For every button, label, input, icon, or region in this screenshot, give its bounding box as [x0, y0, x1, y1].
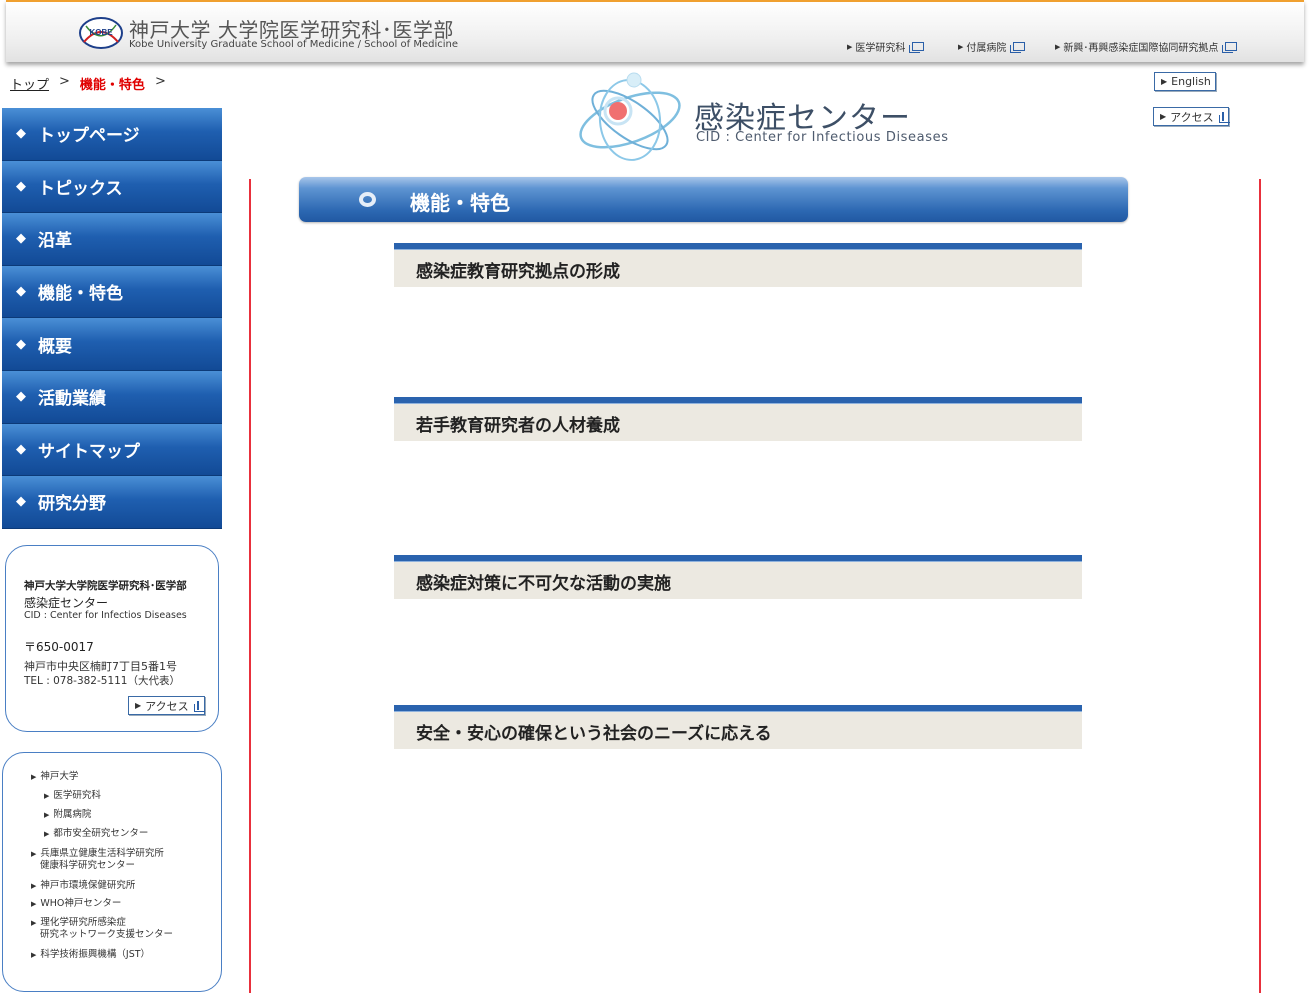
arrow-right-icon: ▶ [44, 830, 50, 838]
nav-item-topics[interactable]: ◆ トピックス [2, 160, 222, 214]
header-link-graduate-school[interactable]: ▶ 医学研究科 [847, 39, 925, 54]
content-border-left [249, 179, 251, 993]
breadcrumb: トップ > 機能・特色 > [10, 74, 166, 93]
arrow-right-icon: ▶ [1055, 42, 1061, 51]
university-title-en: Kobe University Graduate School of Medic… [129, 39, 458, 50]
arrow-right-icon: ▶ [31, 773, 37, 781]
arrow-right-icon: ▶ [31, 951, 37, 959]
diamond-bullet-icon: ◆ [16, 284, 26, 300]
address-center-name-en: CID : Center for Infectios Diseases [24, 610, 187, 621]
arrow-right-icon: ▶ [31, 900, 37, 908]
external-window-icon [1222, 42, 1238, 53]
header-link-research-center[interactable]: ▶ 新興･再興感染症国際協同研究拠点 [1055, 39, 1238, 54]
section-heading: 機能・特色 [299, 177, 1128, 222]
breadcrumb-separator: > [154, 74, 166, 89]
link-kobe-university[interactable]: ▶ 神戸大学 [31, 771, 78, 783]
arrow-right-icon: ▶ [1161, 77, 1168, 86]
nav-item-history[interactable]: ◆ 沿革 [2, 213, 222, 266]
breadcrumb-top-link[interactable]: トップ [10, 74, 49, 93]
arrow-right-icon: ▶ [31, 882, 37, 890]
link-graduate-school[interactable]: ▶ 医学研究科 [44, 790, 101, 802]
nav-item-features[interactable]: ◆ 機能・特色 [2, 265, 222, 319]
header-link-hospital[interactable]: ▶ 付属病院 [958, 39, 1026, 54]
feature-title: 安全・安心の確保という社会のニーズに応える [416, 724, 772, 744]
address-postal-code: 〒650-0017 [24, 640, 94, 654]
content-border-right [1259, 179, 1261, 993]
breadcrumb-current: 機能・特色 [79, 78, 145, 93]
diamond-bullet-icon: ◆ [16, 441, 26, 457]
ring-icon [359, 192, 376, 207]
arrow-right-icon: ▶ [135, 701, 142, 710]
feature-title: 若手教育研究者の人材養成 [416, 416, 620, 436]
feature-heading: 感染症対策に不可欠な活動の実施 [394, 555, 1082, 599]
arrow-right-icon: ▶ [958, 42, 964, 51]
feature-heading: 安全・安心の確保という社会のニーズに応える [394, 705, 1082, 749]
feature-heading: 若手教育研究者の人材養成 [394, 397, 1082, 441]
external-window-icon [1218, 112, 1230, 123]
link-hyogo-health-institute-line2[interactable]: 健康科学研究センター [40, 860, 135, 872]
external-window-icon [1010, 42, 1026, 53]
diamond-bullet-icon: ◆ [16, 178, 26, 194]
svg-text:KOBE: KOBE [89, 28, 113, 37]
link-riken-infectious[interactable]: ▶ 理化学研究所感染症 [31, 917, 126, 929]
address-box: 神戸大学大学院医学研究科･医学部 感染症センター CID : Center fo… [5, 545, 219, 732]
external-window-icon [909, 42, 925, 53]
sidebar-nav: ◆ トップページ ◆ トピックス ◆ 沿革 ◆ 機能・特色 ◆ 概要 ◆ 活動業… [2, 108, 222, 529]
diamond-bullet-icon: ◆ [16, 126, 26, 142]
section-heading-title: 機能・特色 [410, 191, 510, 215]
english-button[interactable]: ▶ English [1154, 72, 1216, 91]
feature-heading: 感染症教育研究拠点の形成 [394, 243, 1082, 287]
arrow-right-icon: ▶ [847, 42, 853, 51]
diamond-bullet-icon: ◆ [16, 336, 26, 352]
diamond-bullet-icon: ◆ [16, 494, 26, 510]
address-center-name: 感染症センター [24, 596, 109, 610]
address-organization: 神戸大学大学院医学研究科･医学部 [24, 580, 187, 592]
arrow-right-icon: ▶ [31, 850, 37, 858]
breadcrumb-separator: > [59, 74, 70, 89]
arrow-right-icon: ▶ [44, 792, 50, 800]
link-hyogo-health-institute[interactable]: ▶ 兵庫県立健康生活科学研究所 [31, 848, 164, 860]
link-hospital[interactable]: ▶ 附属病院 [44, 809, 91, 821]
kobe-university-logo[interactable]: KOBE [78, 16, 124, 50]
address-access-button[interactable]: ▶ アクセス [128, 696, 205, 715]
diamond-bullet-icon: ◆ [16, 389, 26, 405]
nav-item-overview[interactable]: ◆ 概要 [2, 318, 222, 371]
address-telephone: TEL : 078-382-5111（大代表） [24, 675, 180, 687]
nav-item-research-fields[interactable]: ◆ 研究分野 [2, 476, 222, 529]
feature-title: 感染症教育研究拠点の形成 [416, 262, 620, 282]
feature-title: 感染症対策に不可欠な活動の実施 [416, 574, 671, 594]
nav-item-achievements[interactable]: ◆ 活動業績 [2, 370, 222, 424]
nav-item-top-page[interactable]: ◆ トップページ [2, 108, 222, 161]
link-riken-infectious-line2[interactable]: 研究ネットワーク支援センター [40, 929, 173, 941]
link-kobe-environmental-institute[interactable]: ▶ 神戸市環境保健研究所 [31, 880, 135, 892]
cid-atom-logo [579, 72, 681, 161]
access-button[interactable]: ▶ アクセス [1153, 107, 1230, 126]
related-links-box: ▶ 神戸大学 ▶ 医学研究科 ▶ 附属病院 ▶ 都市安全研究センター ▶ 兵庫県立健康生活… [2, 752, 222, 992]
arrow-right-icon: ▶ [31, 919, 37, 927]
link-urban-safety-center[interactable]: ▶ 都市安全研究センター [44, 828, 148, 840]
address-street: 神戸市中央区楠町7丁目5番1号 [24, 660, 177, 673]
arrow-right-icon: ▶ [1160, 112, 1167, 121]
site-header: KOBE 神戸大学 大学院医学研究科･医学部 Kobe University G… [6, 0, 1304, 62]
external-window-icon [193, 701, 205, 712]
site-title-en: CID : Center for Infectious Diseases [696, 130, 949, 145]
link-who-kobe-centre[interactable]: ▶ WHO神戸センター [31, 898, 121, 910]
link-jst[interactable]: ▶ 科学技術振興機構（JST） [31, 949, 150, 961]
arrow-right-icon: ▶ [44, 811, 50, 819]
diamond-bullet-icon: ◆ [16, 231, 26, 247]
nav-item-sitemap[interactable]: ◆ サイトマップ [2, 423, 222, 477]
